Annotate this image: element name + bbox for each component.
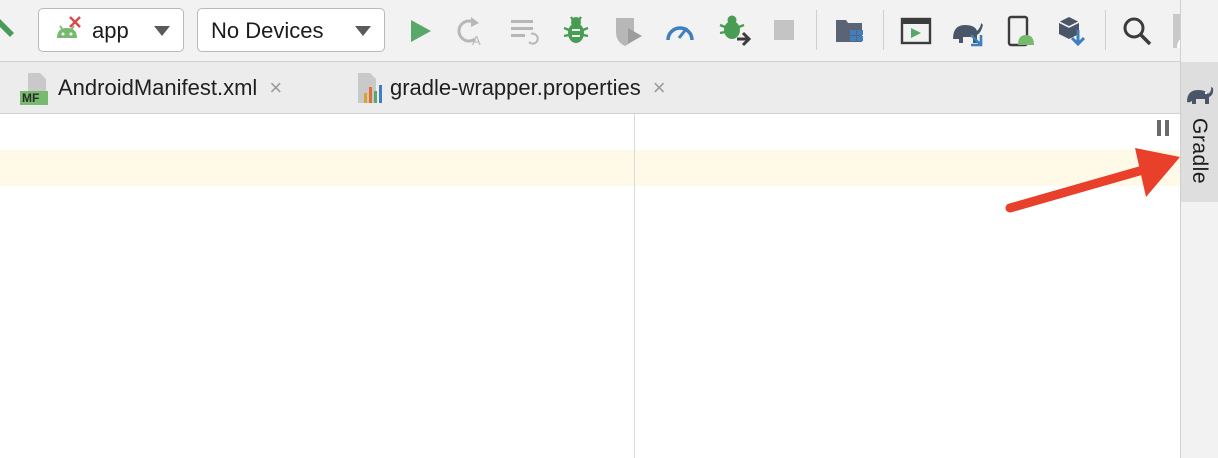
apply-changes-icon[interactable]: A — [455, 15, 487, 47]
right-margin-guide — [634, 114, 635, 458]
toolbar-separator — [1105, 10, 1106, 50]
manifest-file-icon-text: MF — [22, 90, 40, 105]
project-structure-icon[interactable] — [834, 16, 866, 46]
manifest-file-icon: MF — [20, 71, 50, 105]
sync-gradle-icon[interactable] — [951, 15, 985, 47]
svg-text:A: A — [472, 33, 481, 47]
tab-label: gradle-wrapper.properties — [390, 74, 641, 100]
chevron-down-icon — [154, 26, 170, 36]
properties-file-icon — [354, 71, 382, 105]
avd-manager-icon[interactable] — [1006, 15, 1036, 49]
device-selector-label: No Devices — [211, 18, 324, 43]
sdk-manager-icon[interactable] — [1056, 14, 1088, 48]
attach-debugger-icon[interactable] — [717, 13, 751, 49]
apply-code-changes-icon[interactable] — [509, 16, 541, 46]
tab-gradle-wrapper-properties[interactable]: gradle-wrapper.properties × — [354, 62, 666, 113]
toolbar-separator — [816, 10, 817, 50]
close-icon[interactable]: × — [653, 75, 666, 101]
close-icon[interactable]: × — [269, 75, 282, 101]
right-tool-window-strip: Gradle — [1180, 0, 1218, 458]
chevron-down-icon — [355, 26, 371, 36]
stop-icon[interactable] — [773, 19, 795, 41]
run-configuration-label: app — [92, 18, 129, 43]
pause-icon[interactable] — [1157, 120, 1171, 138]
debug-icon[interactable] — [561, 14, 591, 46]
run-with-coverage-icon[interactable] — [612, 14, 644, 48]
device-selector-combo[interactable]: No Devices — [197, 8, 385, 52]
code-editor[interactable] — [0, 114, 1180, 458]
search-icon[interactable] — [1122, 16, 1152, 46]
current-line-highlight — [0, 150, 1180, 186]
run-configuration-combo[interactable]: app — [38, 8, 184, 52]
run-icon[interactable] — [406, 17, 434, 45]
gradle-elephant-icon — [1186, 82, 1214, 106]
tab-android-manifest[interactable]: MF AndroidManifest.xml × — [20, 62, 282, 113]
toolbar-separator — [883, 10, 884, 50]
gradle-strip-label: Gradle — [1188, 118, 1211, 185]
run-anything-icon[interactable] — [900, 17, 932, 45]
android-config-error-icon — [53, 16, 83, 46]
hammer-icon[interactable] — [0, 17, 20, 45]
profile-icon[interactable] — [665, 18, 695, 42]
main-toolbar: app No Devices A — [0, 0, 1180, 62]
editor-tab-bar: MF AndroidManifest.xml × gradle-wrapper.… — [0, 62, 1180, 114]
tab-label: AndroidManifest.xml — [58, 74, 258, 100]
